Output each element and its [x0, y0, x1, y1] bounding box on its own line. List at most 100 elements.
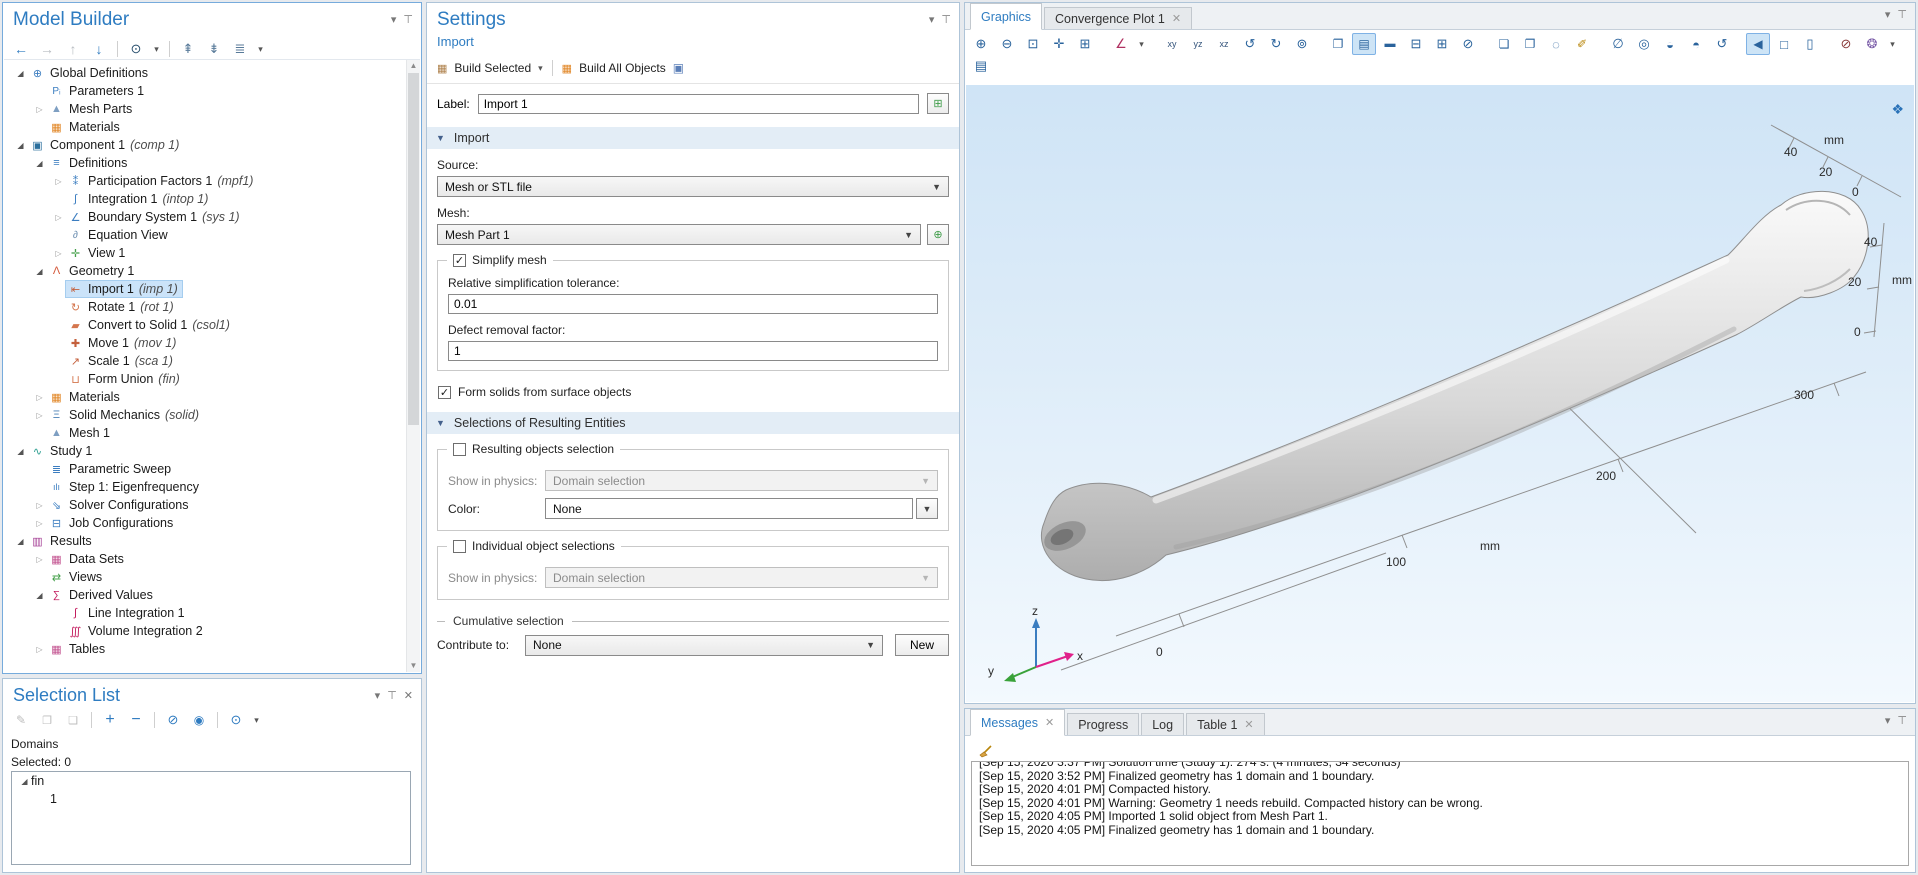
expand-icon[interactable]: ▷: [52, 177, 65, 186]
go-to-view-icon[interactable]: ⊚: [1290, 33, 1314, 55]
hide-selected-icon[interactable]: ∅: [1606, 33, 1630, 55]
tree-node-materials[interactable]: ▷ ▦ Materials: [4, 388, 406, 406]
label-input[interactable]: [477, 93, 919, 114]
expand-icon[interactable]: ▷: [33, 645, 46, 654]
collapse-icon[interactable]: ◢: [14, 537, 27, 546]
simplify-mesh-checkbox[interactable]: ✓: [453, 253, 466, 267]
zoom-to-selection-icon[interactable]: ⊞: [1073, 33, 1097, 55]
tree-node-mesh-parts[interactable]: ▷ ▲ Mesh Parts: [4, 100, 406, 118]
add-icon[interactable]: +: [98, 709, 122, 731]
dropdown-icon[interactable]: ▾: [150, 38, 163, 60]
section-import[interactable]: ▼ Import: [427, 127, 959, 149]
chevron-down-icon[interactable]: ▾: [538, 63, 543, 74]
pin-icon[interactable]: ⊤: [403, 13, 413, 26]
tree-node-materials[interactable]: ▦ Materials: [4, 118, 406, 136]
collapse-icon[interactable]: ◢: [14, 69, 27, 78]
close-icon[interactable]: ✕: [1045, 716, 1054, 729]
tree-node-data-sets[interactable]: ▷ ▦ Data Sets: [4, 550, 406, 568]
tree-node-job-configurations[interactable]: ▷ ⊟ Job Configurations: [4, 514, 406, 532]
scroll-down-icon[interactable]: ▼: [407, 660, 420, 672]
back-icon[interactable]: ←: [9, 38, 33, 60]
collapse-all-icon[interactable]: ⇞: [176, 38, 200, 60]
collapse-icon[interactable]: ◢: [33, 159, 46, 168]
contribute-select[interactable]: None ▼: [525, 634, 883, 656]
reset-hiding-icon[interactable]: ↺: [1710, 33, 1734, 55]
tree-node-views[interactable]: ⇄ Views: [4, 568, 406, 586]
tree-node-study-1[interactable]: ◢ ∿ Study 1: [4, 442, 406, 460]
clear-selection-icon[interactable]: ✐: [1570, 33, 1594, 55]
dropdown-icon[interactable]: ▾: [254, 38, 267, 60]
color-select[interactable]: None: [545, 498, 913, 519]
expand-all-icon[interactable]: ⇟: [202, 38, 226, 60]
tree-node-tables[interactable]: ▷ ▦ Tables: [4, 640, 406, 658]
image-snapshot-icon[interactable]: ✪: [1911, 33, 1918, 55]
tree-node-convert-to-solid-1[interactable]: ▰ Convert to Solid 1 (csol1): [4, 316, 406, 334]
scrollbar-thumb[interactable]: [408, 73, 419, 425]
merge-view-vertical-icon[interactable]: ⊞: [1430, 33, 1454, 55]
tree-node-component-1[interactable]: ◢ ▣ Component 1 (comp 1): [4, 136, 406, 154]
paste-icon[interactable]: ❏: [61, 709, 85, 731]
scene-light-icon[interactable]: ◀: [1746, 33, 1770, 55]
tree-node-definitions[interactable]: ◢ ≡ Definitions: [4, 154, 406, 172]
tree-node-scale-1[interactable]: ↗ Scale 1 (sca 1): [4, 352, 406, 370]
messages-tab-messages[interactable]: Messages ✕: [970, 709, 1066, 736]
tree-node-geometry-1[interactable]: ◢ Λ Geometry 1: [4, 262, 406, 280]
expand-icon[interactable]: ▷: [33, 555, 46, 564]
rotate-clockwise-icon[interactable]: ↻: [1264, 33, 1288, 55]
select-region-icon[interactable]: ◌: [1544, 33, 1568, 55]
deactivate-icon[interactable]: ⊘: [161, 709, 185, 731]
tree-node-global-definitions[interactable]: ◢ ⊕ Global Definitions: [4, 64, 406, 82]
tree-node-boundary-system-1[interactable]: ▷ ∠ Boundary System 1 (sys 1): [4, 208, 406, 226]
expand-icon[interactable]: ▷: [33, 411, 46, 420]
block-plot-icon[interactable]: ⊘: [1834, 33, 1858, 55]
expand-icon[interactable]: ▷: [33, 519, 46, 528]
activate-selection-icon[interactable]: ✎: [9, 709, 33, 731]
selection-item-fin[interactable]: ◢ fin: [12, 772, 410, 790]
zoom-out-icon[interactable]: ⊖: [995, 33, 1019, 55]
copy-image-file-icon[interactable]: ❐: [1518, 33, 1542, 55]
show-hidden-icon[interactable]: ◓: [1684, 33, 1708, 55]
expand-icon[interactable]: ▷: [52, 213, 65, 222]
expand-icon[interactable]: ▷: [52, 249, 65, 258]
tolerance-input[interactable]: [448, 294, 938, 314]
selection-list-box[interactable]: ◢ fin 1: [11, 771, 411, 865]
pin-icon[interactable]: ⊤: [387, 689, 397, 702]
tree-node-view-1[interactable]: ▷ ✛ View 1: [4, 244, 406, 262]
panel-menu-icon[interactable]: ▾: [375, 689, 381, 702]
pin-icon[interactable]: ⊤: [941, 13, 951, 26]
messages-tab-log[interactable]: Log: [1141, 713, 1185, 735]
collapse-icon[interactable]: ◢: [33, 591, 46, 600]
tree-node-volume-integration-2[interactable]: ∭ Volume Integration 2: [4, 622, 406, 640]
default-3d-view-icon[interactable]: ∠: [1109, 33, 1133, 55]
tree-node-parameters-1[interactable]: Pᵢ Parameters 1: [4, 82, 406, 100]
copy-image-icon[interactable]: ❏: [1492, 33, 1516, 55]
tree-node-import-1[interactable]: ⇤ Import 1 (imp 1): [4, 280, 406, 298]
panel-menu-icon[interactable]: ▾: [1885, 8, 1891, 21]
tree-node-participation-factors-1[interactable]: ▷ ⁑ Participation Factors 1 (mpf1): [4, 172, 406, 190]
close-icon[interactable]: ✕: [1172, 12, 1181, 25]
defect-input[interactable]: [448, 341, 938, 361]
tree-node-solver-configurations[interactable]: ▷ ⇘ Solver Configurations: [4, 496, 406, 514]
wireframe-icon[interactable]: ▯: [1798, 33, 1822, 55]
dropdown-icon[interactable]: ▾: [1135, 33, 1148, 55]
clear-log-icon[interactable]: [973, 740, 997, 762]
panel-menu-icon[interactable]: ▾: [1885, 714, 1891, 727]
show-icon[interactable]: ⊙: [124, 38, 148, 60]
expand-icon[interactable]: ▷: [33, 501, 46, 510]
tree-node-rotate-1[interactable]: ↻ Rotate 1 (rot 1): [4, 298, 406, 316]
individual-objects-checkbox[interactable]: [453, 539, 466, 553]
build-all-objects-button[interactable]: Build All Objects: [579, 61, 666, 75]
tree-node-form-union[interactable]: ⊔ Form Union (fin): [4, 370, 406, 388]
view-hidden-only-icon[interactable]: ◒: [1658, 33, 1682, 55]
merge-view-horizontal-icon[interactable]: ⊟: [1404, 33, 1428, 55]
graphics-overflow-icon[interactable]: ❖: [1891, 101, 1904, 118]
remove-icon[interactable]: −: [124, 709, 148, 731]
print-icon[interactable]: ▤: [969, 55, 993, 77]
transparency-icon[interactable]: □: [1772, 33, 1796, 55]
go-to-yz-view-icon[interactable]: yz: [1186, 33, 1210, 55]
go-to-xz-view-icon[interactable]: xz: [1212, 33, 1236, 55]
message-log[interactable]: [Sep 15, 2020 3:37 PM] Solution time (St…: [971, 761, 1909, 866]
pin-icon[interactable]: ⊤: [1897, 714, 1907, 727]
close-icon[interactable]: ✕: [404, 689, 413, 702]
messages-tab-table-1[interactable]: Table 1 ✕: [1186, 713, 1265, 735]
